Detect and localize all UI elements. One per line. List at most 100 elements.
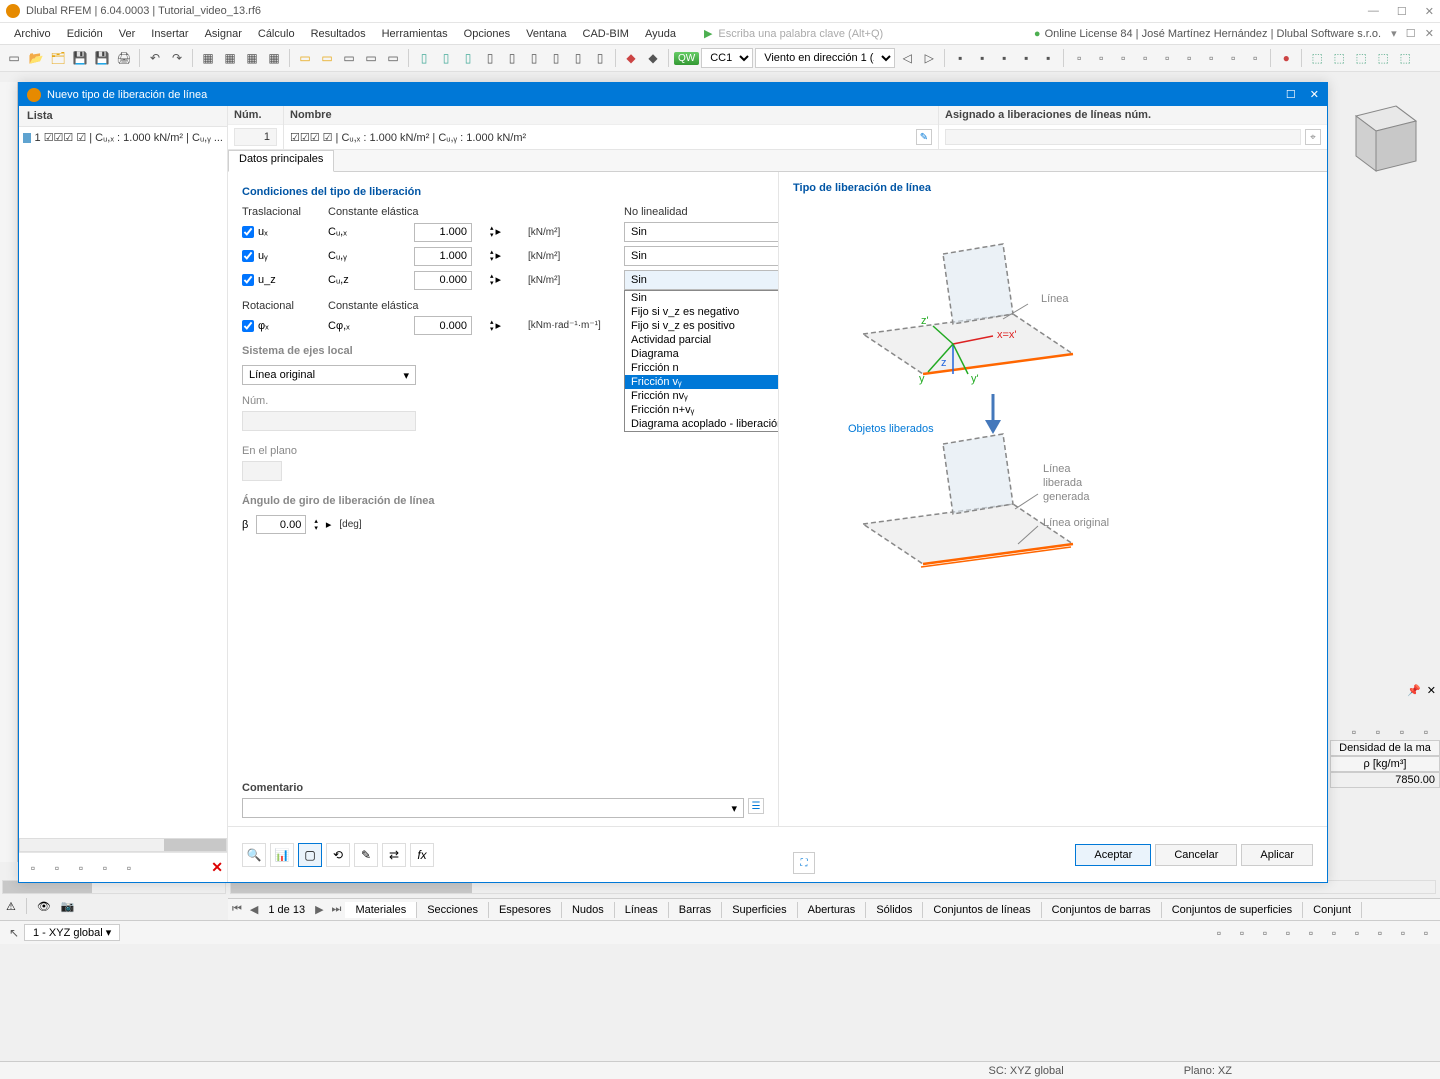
spin-beta[interactable]: ▴▾	[314, 518, 318, 532]
list-scroll[interactable]	[19, 838, 227, 852]
tb-r1-icon[interactable]: ◆	[621, 48, 641, 68]
tb-v4-icon[interactable]: ▫	[1135, 48, 1155, 68]
p-icon2[interactable]: ▫	[1368, 722, 1388, 742]
btn-aplicar[interactable]: Aplicar	[1241, 844, 1313, 866]
tab-nudos[interactable]: Nudos	[562, 902, 615, 918]
nl-uy-combo[interactable]: Sin▾	[624, 246, 779, 266]
maximize-icon[interactable]: ☐	[1397, 5, 1407, 18]
spin-cuz[interactable]: ▴▾	[490, 273, 494, 287]
tb-m5-icon[interactable]: ▪	[1038, 48, 1058, 68]
asignado-value[interactable]	[945, 129, 1301, 145]
tab-barras[interactable]: Barras	[669, 902, 722, 918]
tb-v5-icon[interactable]: ▫	[1157, 48, 1177, 68]
close-icon[interactable]: ✕	[1425, 5, 1434, 18]
input-cux[interactable]	[414, 223, 472, 242]
tb-new-icon[interactable]: ▭	[4, 48, 24, 68]
bt-i5[interactable]: ▫	[1301, 923, 1321, 943]
comentario-button-icon[interactable]: ☰	[748, 798, 764, 814]
tb-b4-icon[interactable]: ▯	[480, 48, 500, 68]
nl-ux-combo[interactable]: Sin▾	[624, 222, 779, 242]
nl-option-3[interactable]: Actividad parcial	[625, 333, 779, 347]
tb-recent-icon[interactable]: 🗂	[48, 48, 68, 68]
tb-grid3-icon[interactable]: ▦	[242, 48, 262, 68]
warning-icon[interactable]: ⚠	[6, 900, 16, 913]
arrow-cux-icon[interactable]: ▸	[496, 225, 502, 239]
close-panel-icon[interactable]: ✕	[1427, 684, 1436, 697]
p-icon1[interactable]: ▫	[1344, 722, 1364, 742]
dlg-tool-5-icon[interactable]: ✎	[354, 843, 378, 867]
tb-open-icon[interactable]: 📂	[26, 48, 46, 68]
btn-cancelar[interactable]: Cancelar	[1155, 844, 1237, 866]
arrow-cuz-icon[interactable]: ▸	[496, 273, 502, 287]
list-item-1[interactable]: 1 ☑☑☑ ☑ | Cᵤ,ₓ : 1.000 kN/m² | Cᵤ,ᵧ ...	[23, 131, 223, 144]
spin-cphix[interactable]: ▴▾	[490, 319, 494, 333]
nav-prev-icon[interactable]: ◀	[246, 903, 262, 916]
tb-m3-icon[interactable]: ▪	[994, 48, 1014, 68]
tb-cube3-icon[interactable]: ⬚	[1351, 48, 1371, 68]
tb-v6-icon[interactable]: ▫	[1179, 48, 1199, 68]
arrow-cphix-icon[interactable]: ▸	[496, 319, 502, 333]
tab-conjbarras[interactable]: Conjuntos de barras	[1042, 902, 1162, 918]
tb-v7-icon[interactable]: ▫	[1201, 48, 1221, 68]
menu-edicion[interactable]: Edición	[59, 28, 111, 40]
dlg-tool-7-icon[interactable]: fx	[410, 843, 434, 867]
tb-cube1-icon[interactable]: ⬚	[1307, 48, 1327, 68]
coord-system-combo[interactable]: 1 - XYZ global ▾	[24, 924, 120, 941]
tab-conjlineas[interactable]: Conjuntos de líneas	[923, 902, 1041, 918]
bt-i2[interactable]: ▫	[1232, 923, 1252, 943]
bt-i10[interactable]: ▫	[1416, 923, 1436, 943]
tb-v8-icon[interactable]: ▫	[1223, 48, 1243, 68]
tb-s2-icon[interactable]: ▭	[317, 48, 337, 68]
tb-undo-icon[interactable]: ↶	[145, 48, 165, 68]
qw-badge[interactable]: QW	[674, 52, 699, 65]
list-i5[interactable]: ▫	[119, 858, 139, 878]
nl-option-5[interactable]: Fricción n	[625, 361, 779, 375]
tab-secciones[interactable]: Secciones	[417, 902, 489, 918]
arrow-beta-icon[interactable]: ▸	[326, 518, 332, 531]
nl-option-9[interactable]: Diagrama acoplado - liberación permanent…	[625, 417, 779, 431]
nl-option-1[interactable]: Fijo si v_z es negativo	[625, 305, 779, 319]
menu-calculo[interactable]: Cálculo	[250, 28, 303, 40]
minimize-icon[interactable]: —	[1368, 5, 1379, 18]
num-value[interactable]: 1	[234, 128, 277, 146]
menu-ventana[interactable]: Ventana	[518, 28, 574, 40]
nav-first-icon[interactable]: ⏮	[228, 903, 246, 916]
list-delete-icon[interactable]: ✕	[211, 859, 223, 876]
tb-b1-icon[interactable]: ▯	[414, 48, 434, 68]
p-icon3[interactable]: ▫	[1392, 722, 1412, 742]
tb-nav-r-icon[interactable]: ▷	[919, 48, 939, 68]
tab-espesores[interactable]: Espesores	[489, 902, 562, 918]
tab-superficies[interactable]: Superficies	[722, 902, 797, 918]
tab-aberturas[interactable]: Aberturas	[798, 902, 867, 918]
p-icon4[interactable]: ▫	[1416, 722, 1436, 742]
menu-insertar[interactable]: Insertar	[143, 28, 196, 40]
tb-saveas-icon[interactable]: 💾	[92, 48, 112, 68]
wind-combo[interactable]: Viento en dirección 1 (A-...	[755, 48, 895, 68]
menu-ayuda[interactable]: Ayuda	[637, 28, 684, 40]
menu-cadbim[interactable]: CAD-BIM	[575, 28, 637, 40]
tb-b8-icon[interactable]: ▯	[568, 48, 588, 68]
tb-redo-icon[interactable]: ↷	[167, 48, 187, 68]
tb-m4-icon[interactable]: ▪	[1016, 48, 1036, 68]
bt-i6[interactable]: ▫	[1324, 923, 1344, 943]
eye-icon[interactable]: 👁	[37, 900, 51, 913]
tb-v3-icon[interactable]: ▫	[1113, 48, 1133, 68]
input-cuz[interactable]	[414, 271, 472, 290]
tab-conjsuperf[interactable]: Conjuntos de superficies	[1162, 902, 1303, 918]
cc-combo[interactable]: CC10	[701, 48, 753, 68]
tb-b2-icon[interactable]: ▯	[436, 48, 456, 68]
tb-cube5-icon[interactable]: ⬚	[1395, 48, 1415, 68]
check-uy[interactable]: uᵧ	[242, 250, 322, 262]
tb-s3-icon[interactable]: ▭	[339, 48, 359, 68]
tab-materiales[interactable]: Materiales	[345, 902, 417, 918]
tb-s1-icon[interactable]: ▭	[295, 48, 315, 68]
dialog-maximize-icon[interactable]: ☐	[1286, 88, 1296, 101]
bt-i9[interactable]: ▫	[1393, 923, 1413, 943]
tab-solidos[interactable]: Sólidos	[866, 902, 923, 918]
tb-b3-icon[interactable]: ▯	[458, 48, 478, 68]
bt-i8[interactable]: ▫	[1370, 923, 1390, 943]
tb-v1-icon[interactable]: ▫	[1069, 48, 1089, 68]
nl-option-0[interactable]: Sin	[625, 291, 779, 305]
tb-s5-icon[interactable]: ▭	[383, 48, 403, 68]
check-ux[interactable]: uₓ	[242, 226, 322, 238]
